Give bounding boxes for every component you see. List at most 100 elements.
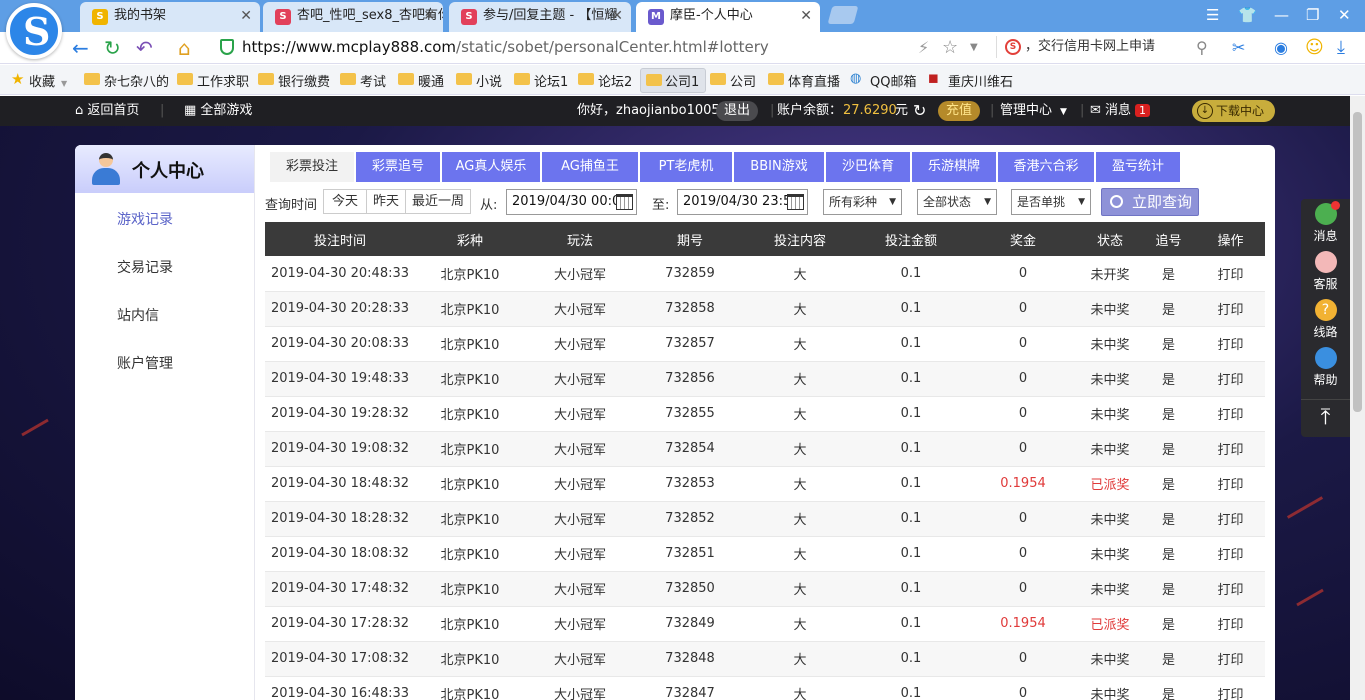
bookmark-folder[interactable]: 小说 — [456, 71, 502, 90]
bookmark-folder[interactable]: 工作求职 — [177, 71, 249, 90]
home-link[interactable]: ⌂ 返回首页 — [75, 96, 139, 126]
to-date-input[interactable]: 2019/04/30 23:59 — [677, 189, 808, 215]
bookmark-folder[interactable]: 杂七杂八的 — [84, 71, 169, 90]
bookmark-folder[interactable]: 论坛2 — [578, 71, 632, 90]
sidebar-item-game-records[interactable]: 游戏记录 — [117, 209, 173, 229]
download-icon[interactable]: ⤓ — [1337, 36, 1345, 60]
sidebar-item-account[interactable]: 账户管理 — [117, 353, 173, 373]
calendar-icon[interactable] — [616, 194, 633, 210]
bookmark-folder[interactable]: 公司 — [710, 71, 756, 90]
print-action-cell[interactable]: 打印 — [1196, 256, 1265, 292]
print-action-cell[interactable]: 打印 — [1196, 361, 1265, 397]
tab-close-icon[interactable]: ✕ — [611, 2, 623, 30]
single-select[interactable]: 是否单挑 ▼ — [1011, 189, 1091, 215]
tab-leyou-chess[interactable]: 乐游棋牌 — [912, 152, 996, 182]
browser-tab-forum[interactable]: S 杏吧_性吧_sex8_杏吧有你 ✕ — [263, 2, 443, 32]
bookmark-folder[interactable]: 体育直播 — [768, 71, 840, 90]
minimize-icon[interactable]: — — [1274, 6, 1289, 24]
back-icon[interactable]: ← — [72, 36, 89, 60]
print-action-cell[interactable]: 打印 — [1196, 606, 1265, 642]
tab-lottery-bets[interactable]: 彩票投注 — [270, 152, 354, 182]
scrollbar-thumb[interactable] — [1353, 112, 1362, 412]
print-action-cell[interactable]: 打印 — [1196, 676, 1265, 700]
sidebar-item-transactions[interactable]: 交易记录 — [117, 257, 173, 277]
bookmark-cq[interactable]: ◼ 重庆川维石 — [928, 71, 1013, 90]
print-action-cell[interactable]: 打印 — [1196, 501, 1265, 537]
bookmark-folder[interactable]: 考试 — [340, 71, 386, 90]
print-action-cell[interactable]: 打印 — [1196, 291, 1265, 327]
tab-close-icon[interactable]: ✕ — [423, 2, 435, 30]
home-icon[interactable]: ⌂ — [178, 36, 191, 60]
last-week-button[interactable]: 最近一周 — [405, 189, 471, 214]
refresh-icon[interactable]: ↻ — [104, 36, 121, 60]
screenshot-icon[interactable]: ◉ — [1274, 36, 1288, 60]
print-action-cell[interactable]: 打印 — [1196, 571, 1265, 607]
bookmark-folder[interactable]: 暖通 — [398, 71, 444, 90]
bookmark-favorites[interactable]: ★ 收藏 ▼ — [11, 70, 67, 90]
browser-logo[interactable]: S — [6, 3, 62, 59]
status-cell: 未中奖 — [1079, 571, 1141, 607]
skin-icon[interactable]: 👕 — [1238, 6, 1257, 24]
tab-ag-fishing[interactable]: AG捕鱼王 — [542, 152, 638, 182]
refresh-balance-icon[interactable]: ↻ — [913, 96, 926, 126]
tab-hk-marksix[interactable]: 香港六合彩 — [998, 152, 1094, 182]
from-label: 从: — [480, 198, 498, 213]
new-tab-button[interactable] — [827, 6, 859, 24]
star-icon[interactable]: ☆ — [942, 36, 958, 60]
query-button[interactable]: 立即查询 — [1101, 188, 1199, 216]
sidebar-item-inbox[interactable]: 站内信 — [117, 305, 159, 325]
maximize-icon[interactable]: ❐ — [1306, 6, 1319, 24]
calendar-icon[interactable] — [787, 194, 804, 210]
float-help[interactable]: 帮助 — [1301, 343, 1350, 391]
tab-profit-stats[interactable]: 盈亏统计 — [1096, 152, 1180, 182]
close-window-icon[interactable]: ✕ — [1338, 6, 1351, 24]
more-icon[interactable]: ☺ — [1305, 36, 1324, 60]
float-message[interactable]: 消息 — [1301, 199, 1350, 247]
today-button[interactable]: 今天 — [323, 189, 367, 214]
lightning-icon[interactable]: ⚡ — [918, 36, 929, 60]
float-service[interactable]: 客服 — [1301, 247, 1350, 295]
tab-close-icon[interactable]: ✕ — [800, 2, 812, 30]
status-cell: 未中奖 — [1079, 396, 1141, 432]
logout-button[interactable]: 退出 — [716, 101, 759, 121]
dropdown-icon[interactable]: ▼ — [970, 36, 978, 60]
tab-close-icon[interactable]: ✕ — [240, 2, 252, 30]
from-date-input[interactable]: 2019/04/30 00:00 — [506, 189, 637, 215]
tab-ag-live[interactable]: AG真人娱乐 — [442, 152, 540, 182]
page-scrollbar[interactable] — [1350, 96, 1365, 700]
manage-center-dropdown[interactable]: 管理中心 ▼ — [1000, 96, 1067, 127]
tab-pt-slots[interactable]: PT老虎机 — [640, 152, 732, 182]
url-field[interactable]: https://www.mcplay888.com/static/sobet/p… — [242, 38, 769, 56]
all-games-link[interactable]: ▦ 全部游戏 — [184, 96, 252, 126]
status-select[interactable]: 全部状态 ▼ — [917, 189, 997, 215]
browser-search-input[interactable]: S ，交行信用卡网上申请 — [996, 36, 1218, 58]
print-action-cell[interactable]: 打印 — [1196, 326, 1265, 362]
bookmark-folder[interactable]: 论坛1 — [514, 71, 568, 90]
tab-bbin[interactable]: BBIN游戏 — [734, 152, 824, 182]
menu-icon[interactable]: ☰ — [1206, 6, 1219, 24]
play-type-cell: 大小冠军 — [525, 256, 635, 292]
messages-link[interactable]: ✉ 消息 1 — [1090, 96, 1151, 126]
download-center-button[interactable]: ↓ 下载中心 — [1192, 100, 1275, 122]
back-to-top-icon[interactable]: ⤒ — [1301, 399, 1350, 437]
scissors-icon[interactable]: ✂ — [1232, 36, 1245, 60]
yesterday-button[interactable]: 昨天 — [366, 189, 406, 214]
bookmark-folder-active[interactable]: 公司1 — [640, 68, 707, 93]
print-action-cell[interactable]: 打印 — [1196, 466, 1265, 502]
print-action-cell[interactable]: 打印 — [1196, 396, 1265, 432]
print-action-cell[interactable]: 打印 — [1196, 536, 1265, 572]
browser-tab-reply[interactable]: S 参与/回复主题 - 【恒耀 ✕ — [449, 2, 631, 32]
recharge-button[interactable]: 充值 — [938, 101, 981, 121]
print-action-cell[interactable]: 打印 — [1196, 431, 1265, 467]
float-line[interactable]: ? 线路 — [1301, 295, 1350, 343]
bookmark-qqmail[interactable]: ◍ QQ邮箱 — [850, 71, 916, 90]
browser-tab-personal-center[interactable]: M 摩臣-个人中心 ✕ — [636, 2, 820, 32]
tab-saba-sports[interactable]: 沙巴体育 — [826, 152, 910, 182]
undo-icon[interactable]: ↶ — [136, 36, 153, 60]
browser-tab-bookshelf[interactable]: S 我的书架 ✕ — [80, 2, 260, 32]
lottery-type-select[interactable]: 所有彩种 ▼ — [823, 189, 902, 215]
tab-lottery-chase[interactable]: 彩票追号 — [356, 152, 440, 182]
print-action-cell[interactable]: 打印 — [1196, 641, 1265, 677]
sidebar-header: 个人中心 — [75, 145, 254, 193]
bookmark-folder[interactable]: 银行缴费 — [258, 71, 330, 90]
